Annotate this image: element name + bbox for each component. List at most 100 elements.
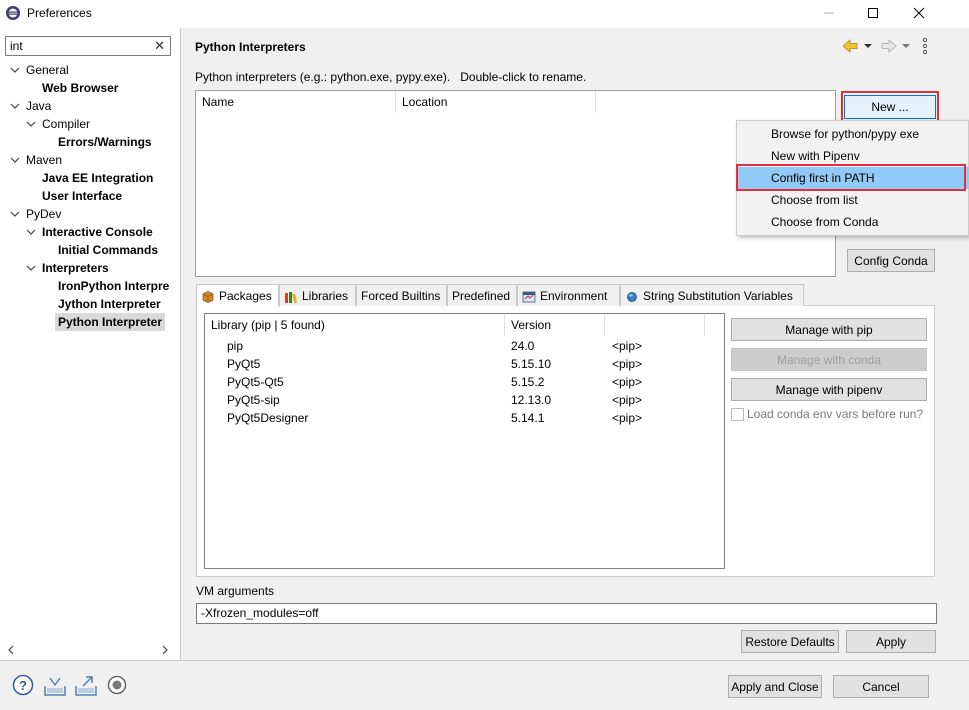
expand-chevron-icon[interactable] [26,263,36,273]
tree-item[interactable]: Interactive Console [42,223,153,241]
close-icon [913,7,925,19]
tree-item[interactable]: Python Interpreter [55,313,166,331]
record-icon[interactable] [107,675,127,695]
config-conda-button[interactable]: Config Conda [847,249,935,272]
package-row[interactable]: PyQt5-sip 12.13.0 <pip> [227,391,717,409]
expand-chevron-icon[interactable] [10,101,20,111]
apply-and-close-button[interactable]: Apply and Close [728,675,822,698]
tree-item[interactable]: IronPython Interpre [58,277,169,295]
manage-with-conda-button[interactable]: Manage with conda [731,348,927,371]
expand-chevron-icon[interactable] [10,209,20,219]
menu-item[interactable]: Browse for python/pypy exe [737,123,969,145]
tree-item[interactable]: Errors/Warnings [58,133,152,151]
dialog-footer [0,661,969,710]
close-button[interactable] [896,0,942,26]
column-header-name[interactable]: Name [196,91,396,113]
tab-label: String Substitution Variables [643,289,793,303]
expand-chevron-icon[interactable] [26,227,36,237]
package-row[interactable]: pip 24.0 <pip> [227,337,717,355]
back-dropdown-icon[interactable] [864,44,872,48]
manage-with-pip-button[interactable]: Manage with pip [731,318,927,341]
expand-chevron-icon[interactable] [10,65,20,75]
maximize-icon [868,8,878,18]
tree-item[interactable]: Compiler [42,115,90,133]
package-name: pip [227,339,244,353]
maximize-button[interactable] [850,0,896,26]
vm-arguments-label: VM arguments [196,584,275,598]
tree-item[interactable]: Web Browser [42,79,118,97]
eclipse-icon [6,6,20,20]
variables-icon [627,291,637,302]
new-interpreter-button[interactable]: New ... [844,95,936,119]
tree-item[interactable]: Maven [26,151,62,169]
expand-chevron-icon[interactable] [10,155,20,165]
clear-filter-icon[interactable]: ✕ [154,38,165,54]
column-header-blank[interactable] [605,314,705,336]
tab-string-substitution-variables[interactable]: String Substitution Variables [620,284,804,306]
tab-label: Predefined [452,289,511,303]
package-source: <pip> [612,393,643,407]
tab-label: Environment [540,289,608,303]
manage-with-pipenv-button[interactable]: Manage with pipenv [731,378,927,401]
package-name: PyQt5-sip [227,393,280,407]
minimize-icon [824,12,834,14]
package-name: PyQt5-Qt5 [227,375,284,389]
apply-button[interactable]: Apply [846,630,936,653]
back-arrow-icon[interactable] [842,39,858,53]
package-row[interactable]: PyQt5-Qt5 5.15.2 <pip> [227,373,717,391]
restore-defaults-button[interactable]: Restore Defaults [741,630,839,653]
export-icon[interactable] [75,676,97,696]
scroll-left-icon[interactable] [8,645,14,655]
help-icon[interactable]: ? [12,674,34,696]
scroll-right-icon[interactable] [162,645,168,655]
page-title: Python Interpreters [195,40,306,54]
tab-packages[interactable]: Packages [196,284,279,307]
package-name: PyQt5Designer [227,411,309,425]
packages-table[interactable]: Library (pip | 5 found) Version pip 24.0 <… [204,313,725,569]
filter-input[interactable]: int ✕ [5,36,171,56]
vm-arguments-input[interactable]: -Xfrozen_modules=off [196,603,937,624]
tab-predefined[interactable]: Predefined [447,284,517,306]
package-row[interactable]: PyQt5 5.15.10 <pip> [227,355,717,373]
forward-arrow-icon[interactable] [881,39,897,53]
tab-label: Libraries [302,289,349,303]
tab-libraries[interactable]: Libraries [279,284,356,306]
horizontal-scrollbar[interactable] [4,643,174,657]
menu-item[interactable]: Choose from Conda [737,211,969,233]
package-version: 5.15.10 [511,357,552,371]
load-conda-env-checkbox[interactable] [731,408,744,421]
tab-label: Forced Builtins [361,289,441,303]
libraries-icon [285,291,297,303]
tree-item[interactable]: PyDev [26,205,61,223]
filter-value: int [10,39,23,53]
import-icon[interactable] [44,677,66,696]
package-row[interactable]: PyQt5Designer 5.14.1 <pip> [227,409,717,427]
tab-forced-builtins[interactable]: Forced Builtins [356,284,447,306]
expand-chevron-icon[interactable] [26,119,36,129]
package-source: <pip> [612,339,643,353]
tab-label: Packages [219,289,272,303]
package-source: <pip> [612,375,643,389]
tree-item[interactable]: Interpreters [42,259,109,277]
column-header-version[interactable]: Version [505,314,605,336]
cancel-button[interactable]: Cancel [833,675,929,698]
tree-item[interactable]: Java EE Integration [42,169,153,187]
column-header-library[interactable]: Library (pip | 5 found) [205,314,505,336]
tree-item[interactable]: Initial Commands [58,241,158,259]
view-menu-icon[interactable] [922,37,928,55]
tree-item[interactable]: Jython Interpreter [58,295,161,313]
package-source: <pip> [612,411,643,425]
forward-dropdown-icon[interactable] [902,44,910,48]
package-icon [202,290,214,303]
menu-item[interactable]: Choose from list [737,189,969,211]
tab-environment[interactable]: Environment [517,284,620,306]
tree-item[interactable]: Java [26,97,51,115]
package-name: PyQt5 [227,357,261,371]
tree-item[interactable]: User Interface [42,187,122,205]
minimize-button[interactable] [806,0,852,26]
svg-text:?: ? [19,678,27,693]
package-source: <pip> [612,357,643,371]
footer-icons: ? [12,674,127,696]
column-header-location[interactable]: Location [396,91,596,113]
tree-item[interactable]: General [26,61,69,79]
